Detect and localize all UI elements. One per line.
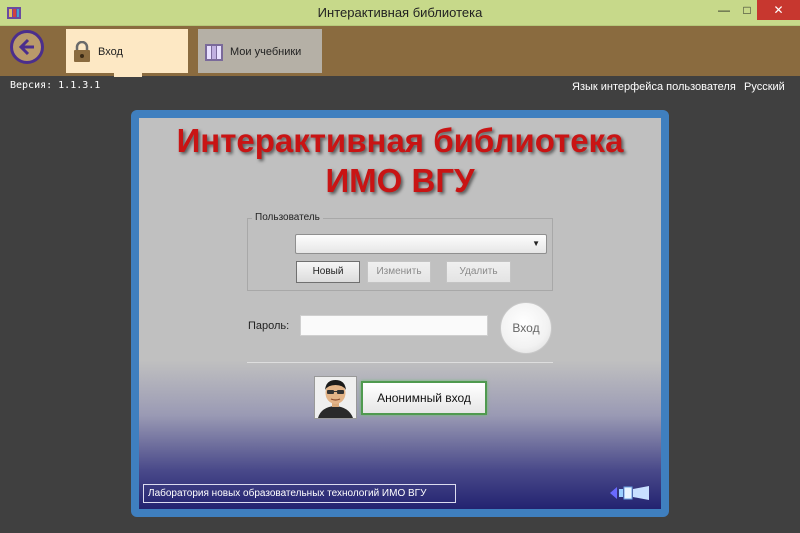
tab-my-textbooks-label: Мои учебники — [230, 46, 302, 58]
delete-user-button[interactable]: Удалить — [446, 261, 511, 283]
login-button[interactable]: Вход — [500, 302, 552, 354]
password-label: Пароль: — [248, 320, 290, 332]
lock-icon — [74, 41, 90, 62]
window-title: Интерактивная библиотека — [317, 5, 483, 20]
new-user-button[interactable]: Новый — [296, 261, 360, 283]
user-select[interactable]: ▼ — [295, 234, 547, 254]
minimize-button[interactable]: — — [711, 0, 737, 20]
language-selector[interactable]: Русский — [744, 81, 785, 93]
books-icon — [205, 44, 223, 61]
login-panel: Интерактивная библиотека ИМО ВГУ Пользов… — [139, 118, 661, 509]
tab-login[interactable]: Вход — [66, 29, 188, 73]
divider — [247, 362, 553, 363]
active-tab-indicator — [114, 73, 142, 77]
back-button[interactable] — [10, 30, 44, 64]
tab-login-label: Вход — [98, 46, 123, 58]
anonymous-user-icon — [315, 377, 356, 418]
edit-user-button[interactable]: Изменить — [367, 261, 431, 283]
heading-line-1: Интерактивная библиотека — [176, 122, 624, 159]
title-bar: Интерактивная библиотека — □ ✕ — [0, 0, 800, 26]
tab-my-textbooks[interactable]: Мои учебники — [198, 29, 322, 73]
language-label: Язык интерфейса пользователя — [572, 81, 736, 93]
user-group-label: Пользователь — [252, 212, 323, 223]
anonymous-login-button[interactable]: Анонимный вход — [361, 381, 487, 415]
avatar — [314, 376, 357, 419]
speaker-icon[interactable] — [609, 484, 651, 502]
version-label: Версия: 1.1.3.1 — [10, 80, 101, 91]
heading-line-2: ИМО ВГУ — [325, 162, 475, 199]
lab-label: Лаборатория новых образовательных технол… — [143, 484, 456, 503]
maximize-button[interactable]: □ — [737, 0, 757, 20]
close-button[interactable]: ✕ — [757, 0, 800, 20]
chevron-down-icon: ▼ — [532, 239, 540, 248]
password-field[interactable] — [300, 315, 488, 336]
back-arrow-icon — [18, 38, 34, 56]
